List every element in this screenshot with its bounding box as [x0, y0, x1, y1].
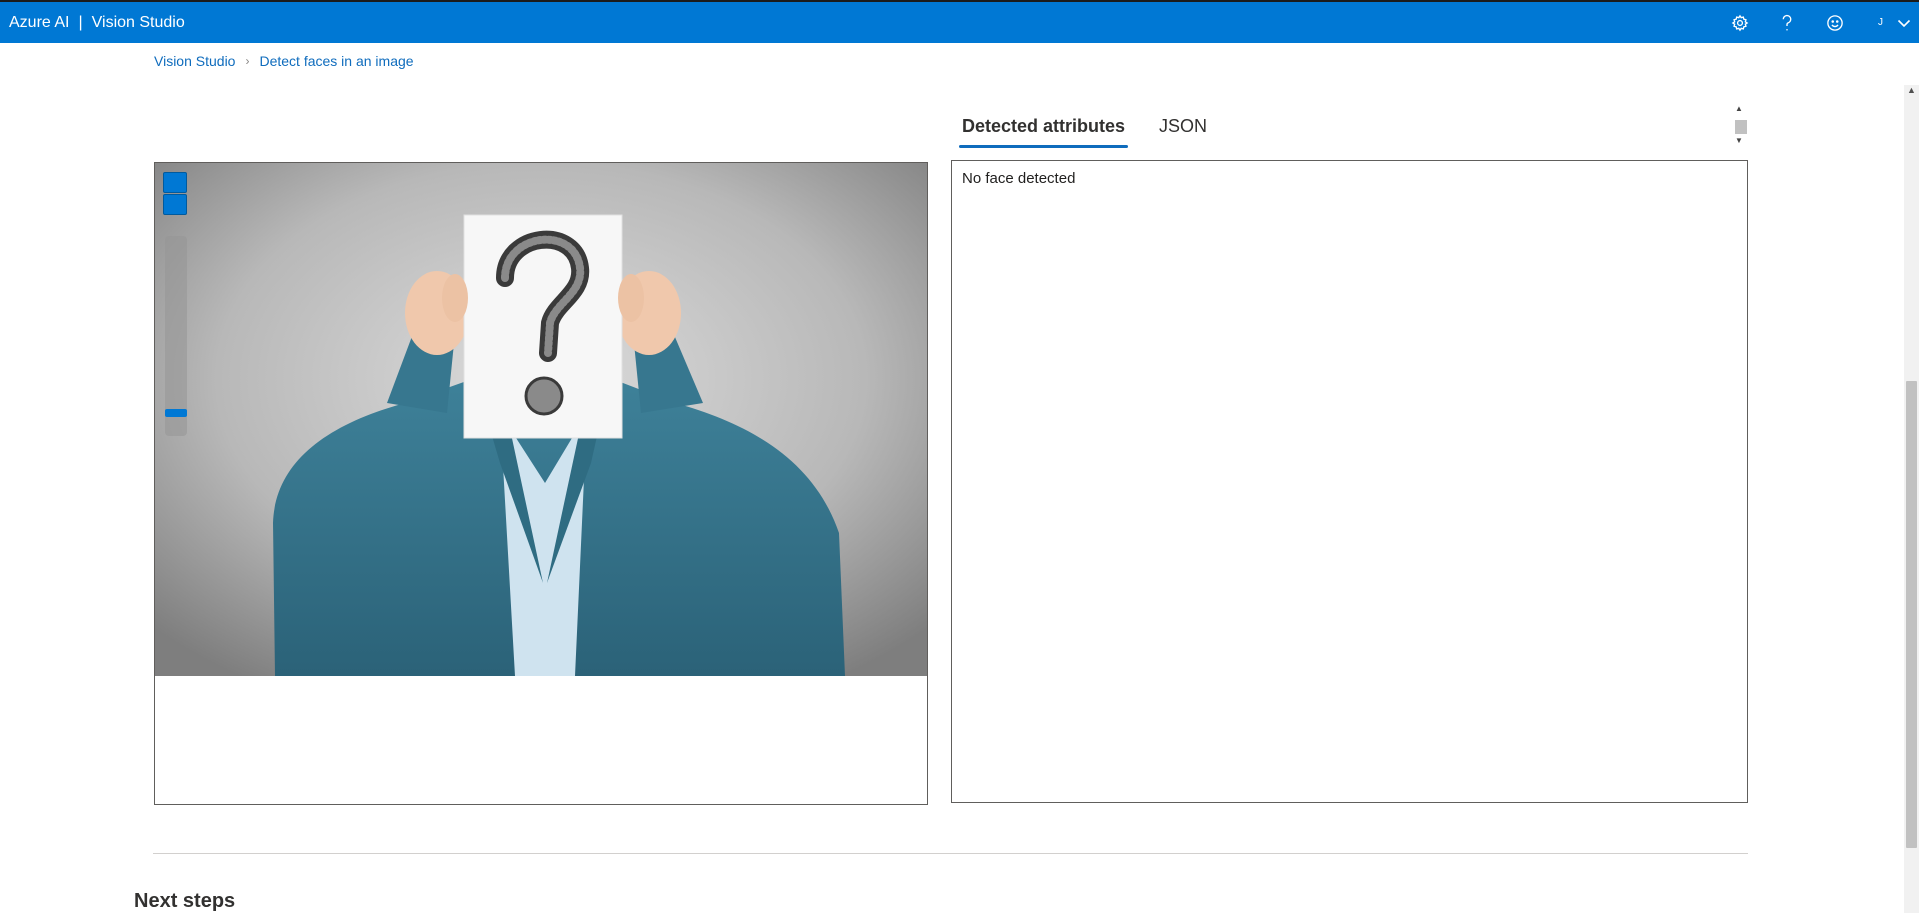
- scroll-up-icon[interactable]: ▲: [1735, 104, 1743, 113]
- uploaded-image: [155, 163, 927, 676]
- image-viewer: [154, 162, 928, 805]
- zoom-out-button[interactable]: [163, 194, 187, 215]
- zoom-slider-thumb[interactable]: [165, 409, 187, 417]
- brand-name: Azure AI: [9, 13, 70, 31]
- chevron-right-icon: ›: [245, 54, 250, 68]
- tab-json[interactable]: JSON: [1156, 108, 1210, 148]
- breadcrumb-vision-studio[interactable]: Vision Studio: [154, 53, 235, 69]
- top-bar: Azure AI | Vision Studio J: [0, 2, 1919, 43]
- gear-icon: [1731, 14, 1749, 31]
- page-scrollbar[interactable]: ▲: [1904, 85, 1919, 913]
- tab-detected-attributes[interactable]: Detected attributes: [959, 108, 1129, 148]
- section-divider: [153, 853, 1748, 854]
- person-holding-question-mark-sign-image: [155, 163, 927, 676]
- breadcrumb: Vision Studio › Detect faces in an image: [154, 53, 414, 69]
- tabs-scrollbar[interactable]: ▲ ▼: [1732, 104, 1748, 148]
- brand-separator: |: [78, 13, 83, 31]
- app-name: Vision Studio: [91, 13, 185, 31]
- scroll-down-icon[interactable]: ▼: [1735, 136, 1743, 145]
- avatar: J: [1878, 17, 1883, 28]
- feedback-button[interactable]: [1815, 2, 1855, 43]
- settings-button[interactable]: [1720, 2, 1760, 43]
- chevron-down-icon: [1897, 19, 1911, 27]
- result-panel: No face detected: [951, 160, 1748, 803]
- zoom-slider[interactable]: [165, 236, 187, 436]
- next-steps-heading: Next steps: [134, 890, 236, 912]
- brand[interactable]: Azure AI | Vision Studio: [9, 2, 185, 43]
- result-tabs: Detected attributes JSON: [959, 108, 1210, 148]
- tabs-scrollbar-thumb[interactable]: [1735, 120, 1747, 134]
- account-menu[interactable]: J: [1878, 2, 1911, 43]
- breadcrumb-detect-faces[interactable]: Detect faces in an image: [259, 53, 413, 69]
- smiley-icon: [1827, 14, 1843, 31]
- help-icon: [1782, 14, 1792, 30]
- no-face-message: No face detected: [962, 170, 1076, 187]
- scroll-up-icon[interactable]: ▲: [1907, 85, 1916, 95]
- help-button[interactable]: [1767, 2, 1807, 43]
- page-scrollbar-thumb[interactable]: [1906, 381, 1917, 848]
- zoom-in-button[interactable]: [163, 172, 187, 193]
